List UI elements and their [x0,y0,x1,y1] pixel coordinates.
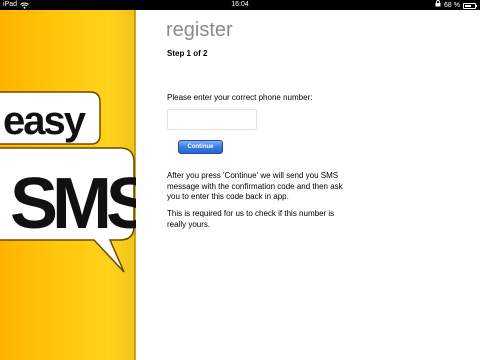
register-panel: register Step 1 of 2 Please enter your c… [136,10,480,360]
info-text-verification: This is required for us to check if this… [167,209,335,229]
brand-panel: easy SMS [0,10,136,360]
info-text-sms: After you press 'Continue' we will send … [167,171,343,201]
page-title: register [166,19,233,41]
battery-icon [463,2,477,9]
step-indicator: Step 1 of 2 [167,49,208,58]
logo-word-sms: SMS [10,164,136,244]
battery-level-fill [465,4,472,7]
phone-prompt-label: Please enter your correct phone number: [167,93,313,102]
easy-sms-logo: easy SMS [0,91,136,273]
logo-word-easy: easy [3,99,87,143]
status-time: 16:04 [231,1,249,8]
continue-button[interactable]: Continue [178,140,223,154]
battery-percent: 68 % [444,1,460,9]
phone-number-input[interactable] [167,109,257,130]
status-bar: iPad 16:04 68 % [0,0,480,10]
